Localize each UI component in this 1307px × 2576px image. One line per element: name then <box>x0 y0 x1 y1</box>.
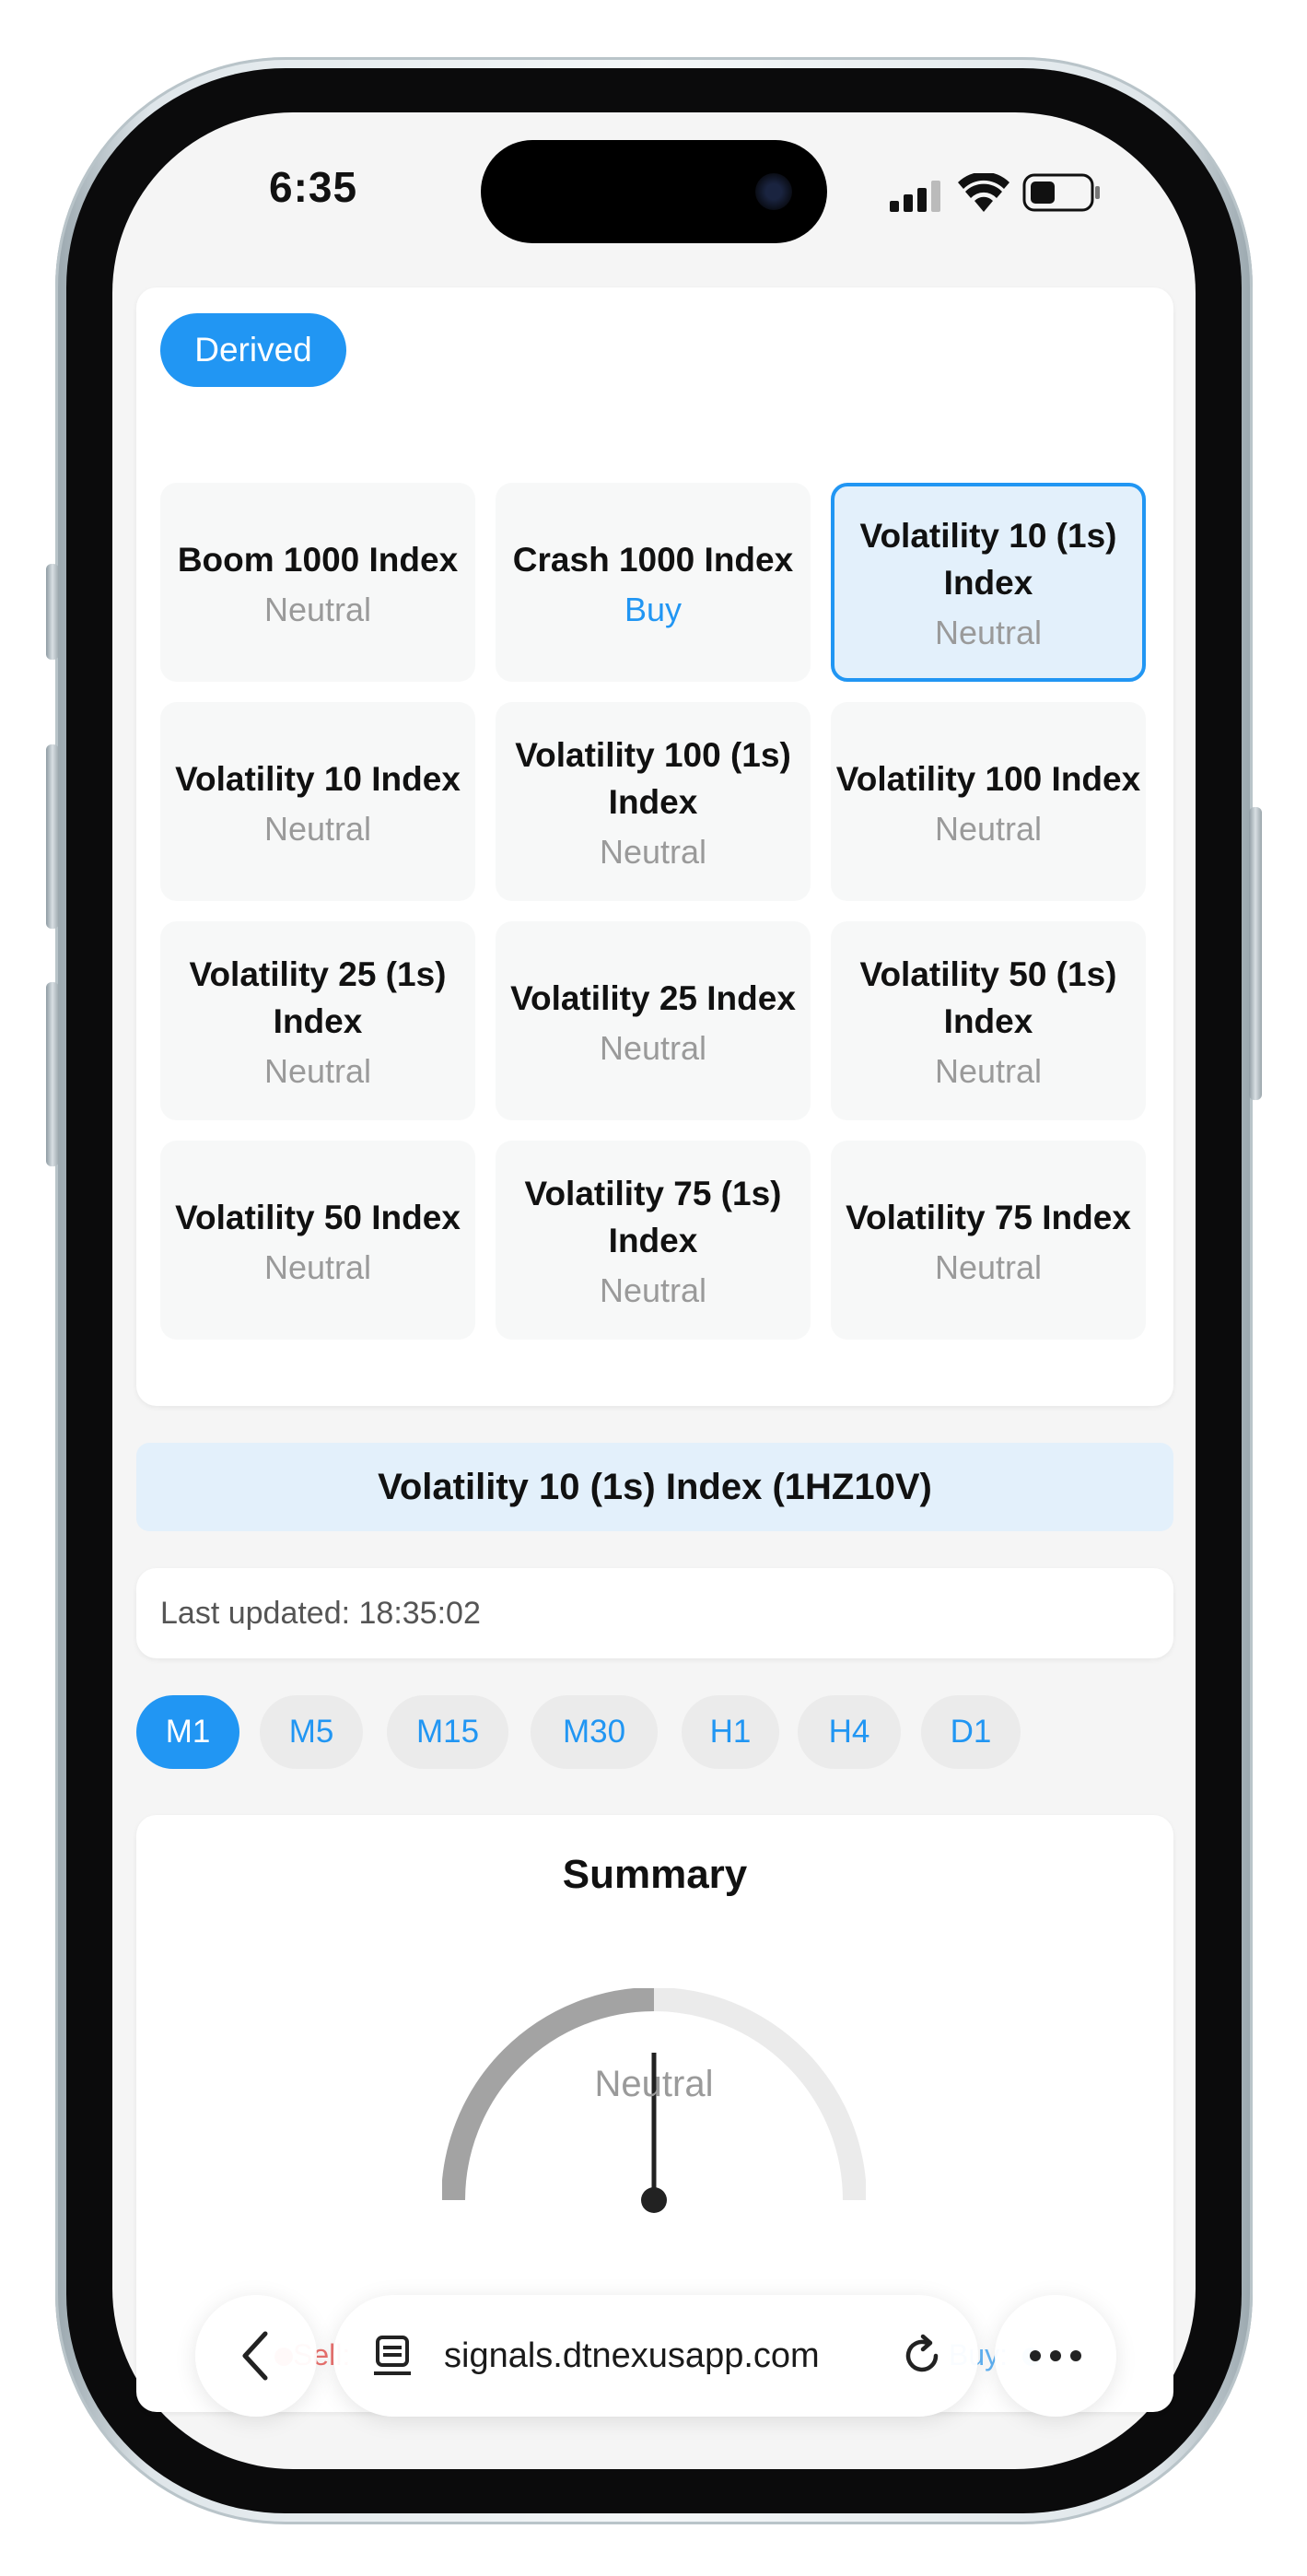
timeframe-h4-button[interactable]: H4 <box>798 1695 901 1769</box>
selected-symbol-banner: Volatility 10 (1s) Index (1HZ10V) <box>136 1443 1173 1531</box>
symbol-signal: Neutral <box>263 590 372 628</box>
symbol-name: Volatility 10 (1s) Index <box>859 517 1117 602</box>
volume-up-button <box>46 744 59 929</box>
symbol-tile[interactable]: Volatility 25 Index Neutral <box>496 921 811 1120</box>
symbol-tile[interactable]: Volatility 50 (1s) Index Neutral <box>831 921 1146 1120</box>
symbol-tile[interactable]: Volatility 75 (1s) Index Neutral <box>496 1141 811 1340</box>
symbol-signal: Neutral <box>263 1052 372 1090</box>
symbol-tile[interactable]: Volatility 50 Index Neutral <box>160 1141 475 1340</box>
symbol-signal: Neutral <box>263 809 372 848</box>
volume-down-button <box>46 982 59 1166</box>
symbol-name: Volatility 100 Index <box>835 759 1141 798</box>
action-button <box>46 564 59 660</box>
signal-icon <box>890 181 945 212</box>
status-time: 6:35 <box>269 163 358 211</box>
browser-back-button[interactable] <box>195 2295 317 2417</box>
symbol-tile[interactable]: Boom 1000 Index Neutral <box>160 483 475 682</box>
wifi-icon <box>958 171 1009 214</box>
timeframe-m5-button[interactable]: M5 <box>260 1695 363 1769</box>
gauge-label: Neutral <box>594 2064 714 2104</box>
last-updated: Last updated: 18:35:02 <box>136 1568 1173 1658</box>
symbol-name: Crash 1000 Index <box>512 540 794 579</box>
symbol-name: Volatility 100 (1s) Index <box>515 736 791 821</box>
symbol-name: Volatility 50 Index <box>175 1198 461 1236</box>
symbol-tile[interactable]: Volatility 75 Index Neutral <box>831 1141 1146 1340</box>
more-icon <box>1030 2350 1081 2361</box>
symbol-name: Volatility 10 Index <box>175 759 461 798</box>
reader-icon[interactable] <box>372 2335 414 2377</box>
camera-icon <box>755 173 792 210</box>
gauge-pivot <box>641 2187 667 2213</box>
address-bar[interactable]: signals.dtnexusapp.com <box>333 2295 978 2417</box>
timeframe-m1-button[interactable]: M1 <box>136 1695 239 1769</box>
symbol-tile[interactable]: Volatility 100 Index Neutral <box>831 702 1146 901</box>
summary-title: Summary <box>562 1852 748 1897</box>
symbol-name: Volatility 75 Index <box>846 1198 1131 1236</box>
symbol-tile[interactable]: Volatility 10 (1s) Index Neutral <box>831 483 1146 682</box>
timeframe-h1-button[interactable]: H1 <box>682 1695 779 1769</box>
url-text[interactable]: signals.dtnexusapp.com <box>444 2336 820 2376</box>
symbol-name: Boom 1000 Index <box>177 540 459 579</box>
browser-more-button[interactable] <box>995 2295 1116 2417</box>
symbol-name: Volatility 50 (1s) Index <box>859 955 1117 1040</box>
symbol-tile[interactable]: Volatility 10 Index Neutral <box>160 702 475 901</box>
category-derived-button[interactable]: Derived <box>160 313 346 387</box>
symbol-name: Volatility 25 (1s) Index <box>189 955 447 1040</box>
battery-icon <box>1022 173 1102 212</box>
symbol-tile[interactable]: Volatility 100 (1s) Index Neutral <box>496 702 811 901</box>
timeframe-m15-button[interactable]: M15 <box>387 1695 508 1769</box>
chevron-left-icon <box>242 2331 268 2381</box>
power-button <box>1249 807 1262 1100</box>
symbol-signal: Neutral <box>934 1247 1043 1286</box>
symbol-signal: Neutral <box>599 833 707 871</box>
symbol-tile[interactable]: Volatility 25 (1s) Index Neutral <box>160 921 475 1120</box>
symbol-name: Volatility 75 (1s) Index <box>524 1175 782 1259</box>
symbol-signal: Neutral <box>599 1271 707 1309</box>
symbol-signal: Neutral <box>599 1028 707 1067</box>
timeframe-d1-button[interactable]: D1 <box>921 1695 1021 1769</box>
symbol-signal: Neutral <box>263 1247 372 1286</box>
symbol-signal: Buy <box>624 590 683 628</box>
symbol-signal: Neutral <box>934 614 1043 651</box>
symbol-tile[interactable]: Crash 1000 Index Buy <box>496 483 811 682</box>
symbol-signal: Neutral <box>934 809 1043 848</box>
symbol-signal: Neutral <box>934 1052 1043 1090</box>
timeframe-m30-button[interactable]: M30 <box>531 1695 658 1769</box>
symbol-name: Volatility 25 Index <box>510 978 796 1017</box>
reload-icon[interactable] <box>899 2333 945 2379</box>
